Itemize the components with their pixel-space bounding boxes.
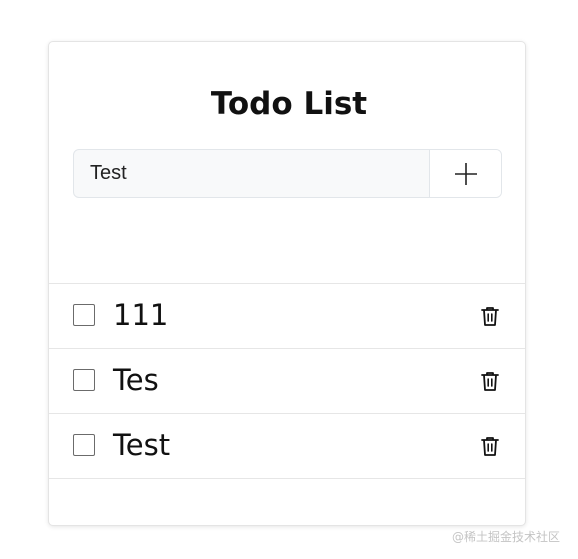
- trash-icon: [481, 306, 499, 326]
- todo-list: 111 Tes Test: [49, 283, 525, 479]
- add-todo-button[interactable]: [429, 150, 501, 197]
- todo-text: 111: [113, 298, 169, 332]
- delete-todo-button[interactable]: [479, 434, 501, 458]
- todo-checkbox[interactable]: [73, 434, 95, 456]
- page-title: Todo List: [210, 86, 368, 122]
- watermark-text: @稀土掘金技术社区: [452, 530, 561, 544]
- new-todo-input[interactable]: [74, 150, 429, 197]
- todo-checkbox[interactable]: [73, 304, 95, 326]
- todo-text: Tes: [113, 363, 159, 397]
- list-item: Tes: [49, 349, 525, 414]
- plus-icon: [454, 162, 477, 185]
- delete-todo-button[interactable]: [479, 304, 501, 328]
- list-item: Test: [49, 414, 525, 479]
- todo-checkbox[interactable]: [73, 369, 95, 391]
- delete-todo-button[interactable]: [479, 369, 501, 393]
- trash-icon: [481, 436, 499, 456]
- new-todo-form: [73, 149, 502, 198]
- trash-icon: [481, 371, 499, 391]
- todo-text: Test: [113, 428, 171, 462]
- list-item: 111: [49, 284, 525, 349]
